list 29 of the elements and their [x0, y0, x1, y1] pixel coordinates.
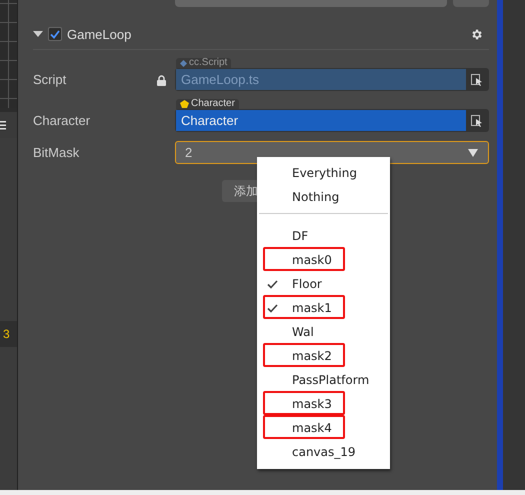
menu-item[interactable]: mask1 [257, 296, 390, 320]
checkbox[interactable] [48, 27, 62, 41]
menu-item[interactable]: Nothing [257, 185, 390, 209]
menu-item[interactable]: mask3 [257, 392, 390, 416]
count-text: 3 [2, 327, 10, 341]
property-label: Script [33, 71, 68, 89]
dropdown-arrow-icon [468, 148, 478, 156]
menu-item[interactable]: Floor [257, 272, 390, 296]
property-label: BitMask [33, 144, 80, 162]
menu-icon[interactable] [0, 120, 6, 130]
type-tag: Character [176, 99, 239, 109]
menu-item[interactable]: Wal [257, 320, 390, 344]
pick-icon[interactable] [471, 74, 483, 86]
settings-icon[interactable] [470, 28, 483, 40]
menu-item[interactable]: DF [257, 224, 390, 248]
menu-item[interactable]: canvas_19 [257, 440, 390, 464]
type-tag: cc.Script [176, 58, 232, 68]
menu-item[interactable]: mask0 [257, 248, 390, 272]
menu-item[interactable]: mask2 [257, 344, 390, 368]
collapse-arrow-icon[interactable] [33, 31, 43, 37]
component-title: GameLoop [67, 26, 132, 42]
property-label: Character [33, 112, 92, 130]
menu-item[interactable]: PassPlatform [257, 368, 390, 392]
node-field[interactable]: Character [176, 110, 466, 131]
menu-item[interactable]: Everything [257, 161, 390, 185]
menu-item[interactable]: mask4 [257, 416, 390, 440]
scrollbar[interactable] [497, 0, 503, 490]
pick-icon[interactable] [471, 114, 483, 126]
checkmark-icon [50, 30, 60, 38]
